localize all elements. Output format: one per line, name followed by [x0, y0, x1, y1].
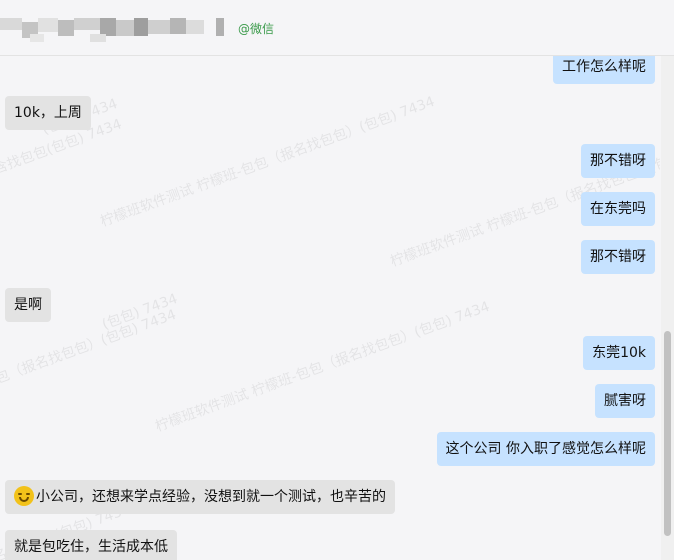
message-bubble-outgoing[interactable]: 东莞10k: [583, 336, 655, 370]
message-text: 小公司，还想来学点经验，没想到就一个测试，也辛苦的: [36, 489, 386, 505]
watermark: (包包) 7434: [99, 290, 180, 333]
message-bubble-incoming[interactable]: 10k，上周: [5, 96, 91, 130]
message-bubble-outgoing[interactable]: 这个公司 你入职了感觉怎么样呢: [436, 432, 655, 466]
message-bubble-outgoing[interactable]: 工作怎么样呢: [553, 56, 655, 84]
message-bubble-incoming[interactable]: 是啊: [5, 288, 51, 322]
message-bubble-outgoing[interactable]: 在东莞吗: [581, 192, 655, 226]
watermark: 柠檬班软件测试 柠檬班-包包（报名找包包）(包包) 7434: [98, 93, 437, 231]
laughing-crying-emoji-icon: [14, 486, 34, 506]
message-list[interactable]: (包包) 7434 含找包包(包包) 7434 柠檬班软件测试 柠檬班-包包（报…: [0, 56, 660, 560]
watermark: 柠檬班软件测试 柠檬班-包包（报名找包包）(包包) 7434: [153, 298, 492, 436]
message-bubble-outgoing[interactable]: 腻害呀: [595, 384, 655, 418]
chat-window: @微信 (包包) 7434 含找包包(包包) 7434 柠檬班软件测试 柠檬班-…: [0, 0, 674, 560]
vertical-scrollbar[interactable]: [661, 56, 674, 560]
message-bubble-incoming[interactable]: 就是包吃住，生活成本低: [5, 530, 177, 560]
scrollbar-thumb[interactable]: [664, 331, 671, 536]
message-bubble-outgoing[interactable]: 那不错呀: [581, 240, 655, 274]
chat-header: @微信: [0, 0, 674, 56]
contact-name-blurred: [0, 16, 224, 44]
message-bubble-outgoing[interactable]: 那不错呀: [581, 144, 655, 178]
wechat-source-tag: @微信: [238, 22, 275, 36]
message-bubble-incoming[interactable]: 小公司，还想来学点经验，没想到就一个测试，也辛苦的: [5, 480, 395, 514]
